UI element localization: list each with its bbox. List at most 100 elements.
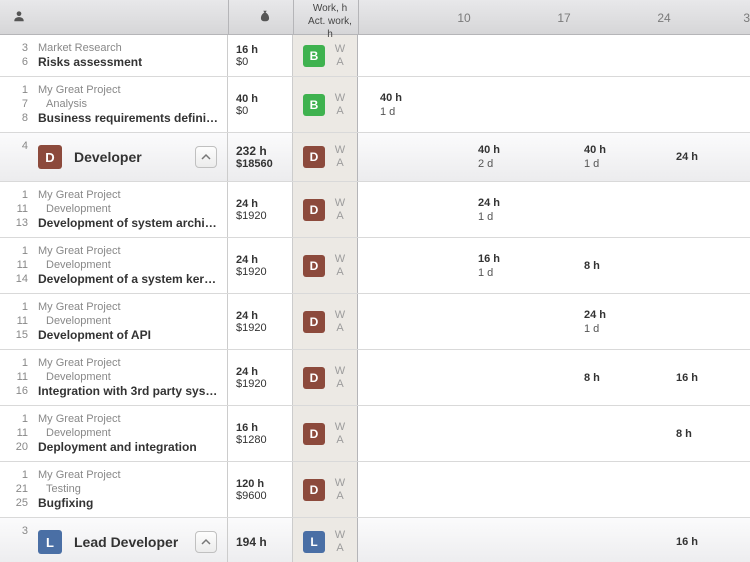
day-col-17: 17 — [540, 0, 588, 35]
timeline[interactable]: 24 h1 d — [358, 294, 750, 349]
role-mini-badge: D — [303, 311, 325, 333]
wa-labels: WA — [333, 309, 347, 335]
role-column: DWA — [293, 406, 358, 461]
role-mini-badge: D — [303, 199, 325, 221]
row-ids: 178 — [6, 83, 28, 125]
row-text: My Great ProjectDevelopmentIntegration w… — [38, 356, 219, 399]
header: Work, h Act. work, h 10 17 24 31 — [0, 0, 750, 35]
wa-labels: WA — [333, 144, 347, 170]
role-column: B WA — [293, 35, 358, 76]
timeline-cell: 40 h2 d — [478, 143, 534, 171]
role-column: D WA — [293, 182, 358, 237]
timeline[interactable]: 24 h1 d — [358, 182, 750, 237]
row-ids: 11113 — [6, 188, 28, 230]
row-ids: 12125 — [6, 468, 28, 510]
row-left: 178 My Great ProjectAnalysisBusiness requ… — [0, 77, 228, 132]
row-left: 11116 My Great ProjectDevelopmentIntegrat… — [0, 350, 228, 405]
row-left: 12125 My Great ProjectTestingBugfixing — [0, 462, 228, 517]
content-area[interactable]: 36Market ResearchRisks assessment16 h$0B… — [0, 35, 750, 562]
task-row[interactable]: 12125 My Great ProjectTestingBugfixing120… — [0, 462, 750, 518]
row-left: 4DDeveloper — [0, 133, 228, 181]
row-text: My Great ProjectTestingBugfixing — [38, 468, 219, 511]
row-left: 36 Market ResearchRisks assessment — [0, 35, 228, 76]
task-row[interactable]: 178 My Great ProjectAnalysisBusiness requ… — [0, 77, 750, 133]
role-column: DWA — [293, 462, 358, 517]
day-col-24: 24 — [640, 0, 688, 35]
timeline-cell: 24 h1 d — [584, 308, 640, 336]
row-text: My Great ProjectDevelopmentDeployment an… — [38, 412, 219, 455]
row-text: My Great ProjectDevelopmentDevelopment o… — [38, 300, 219, 343]
summary-row[interactable]: 4DDeveloper232 h$18560 D WA 40 h2 d40 h1 d2… — [0, 133, 750, 182]
timeline-cell: 16 h — [676, 371, 732, 385]
role-mini-badge: D — [303, 367, 325, 389]
cost-cell: 16 h$0 — [228, 35, 293, 76]
cost-cell: 120 h$9600 — [228, 462, 293, 517]
timeline[interactable]: 16 h1 d8 h — [358, 238, 750, 293]
cost-cell: 40 h$0 — [228, 77, 293, 132]
timeline[interactable] — [358, 35, 750, 76]
row-ids: 11115 — [6, 300, 28, 342]
role-column: D WA — [293, 133, 358, 181]
timeline-cell: 8 h — [584, 259, 640, 273]
row-left: 3LLead Developer — [0, 518, 228, 562]
role-mini-badge: B — [303, 45, 325, 67]
task-row[interactable]: 11113 My Great ProjectDevelopmentDevelopm… — [0, 182, 750, 238]
day-col-31: 31 — [726, 0, 750, 35]
role-mini-badge: L — [303, 531, 325, 553]
timeline[interactable]: 40 h2 d40 h1 d24 h — [358, 133, 750, 181]
timeline-cell: 8 h — [584, 371, 640, 385]
task-row[interactable]: 11116 My Great ProjectDevelopmentIntegrat… — [0, 350, 750, 406]
summary-title: Developer — [74, 150, 142, 165]
role-mini-badge: D — [303, 146, 325, 168]
cost-cell: 24 h$1920 — [228, 182, 293, 237]
role-column: D WA — [293, 238, 358, 293]
summary-row[interactable]: 3LLead Developer194 hLWA16 h — [0, 518, 750, 562]
wa-labels: WA — [333, 197, 347, 223]
row-text: My Great ProjectDevelopmentDevelopment o… — [38, 244, 219, 287]
role-column: L WA — [293, 518, 358, 562]
work-column-header: Work, h Act. work, h — [304, 2, 356, 41]
cost-cell: 24 h$1920 — [228, 294, 293, 349]
wa-labels: WA — [333, 365, 347, 391]
timeline-cell: 24 h — [676, 150, 732, 164]
timeline[interactable]: 40 h1 d — [358, 77, 750, 132]
money-bag-icon[interactable] — [250, 9, 280, 26]
timeline[interactable]: 8 h — [358, 406, 750, 461]
person-icon[interactable] — [4, 9, 34, 26]
cost-cell: 232 h$18560 — [228, 133, 293, 181]
role-column: D WA — [293, 350, 358, 405]
role-badge: L — [38, 530, 62, 554]
wa-labels: WA — [333, 253, 347, 279]
row-left: 11113 My Great ProjectDevelopmentDevelopm… — [0, 182, 228, 237]
day-col-10: 10 — [440, 0, 488, 35]
wa-labels: WA — [333, 477, 347, 503]
cost-cell: 24 h$1920 — [228, 238, 293, 293]
timeline[interactable]: 8 h 16 h — [358, 350, 750, 405]
row-ids: 11114 — [6, 244, 28, 286]
task-row[interactable]: 36Market ResearchRisks assessment16 h$0B… — [0, 35, 750, 77]
timeline[interactable]: 16 h — [358, 518, 750, 562]
row-ids: 36 — [6, 41, 28, 69]
role-mini-badge: D — [303, 255, 325, 277]
collapse-button[interactable] — [195, 531, 217, 553]
row-id: 4 — [6, 139, 28, 153]
cost-cell: 24 h$1920 — [228, 350, 293, 405]
role-mini-badge: B — [303, 94, 325, 116]
collapse-button[interactable] — [195, 146, 217, 168]
row-text: My Great ProjectDevelopmentDevelopment o… — [38, 188, 219, 231]
wa-labels: WA — [333, 529, 347, 555]
timeline[interactable] — [358, 462, 750, 517]
timeline-cell: 8 h — [676, 427, 732, 441]
task-row[interactable]: 11115 My Great ProjectDevelopmentDevelopm… — [0, 294, 750, 350]
timeline-cell: 40 h1 d — [380, 91, 436, 119]
wa-labels: WA — [333, 43, 347, 69]
act-work-label: Act. work, h — [304, 15, 356, 41]
task-row[interactable]: 11120My Great ProjectDevelopmentDeployme… — [0, 406, 750, 462]
row-text: Market ResearchRisks assessment — [38, 41, 219, 70]
summary-title: Lead Developer — [74, 535, 178, 550]
role-column: BWA — [293, 77, 358, 132]
row-ids: 11116 — [6, 356, 28, 398]
role-column: D WA — [293, 294, 358, 349]
row-text: My Great ProjectAnalysisBusiness require… — [38, 83, 219, 126]
task-row[interactable]: 11114 My Great ProjectDevelopmentDevelopm… — [0, 238, 750, 294]
